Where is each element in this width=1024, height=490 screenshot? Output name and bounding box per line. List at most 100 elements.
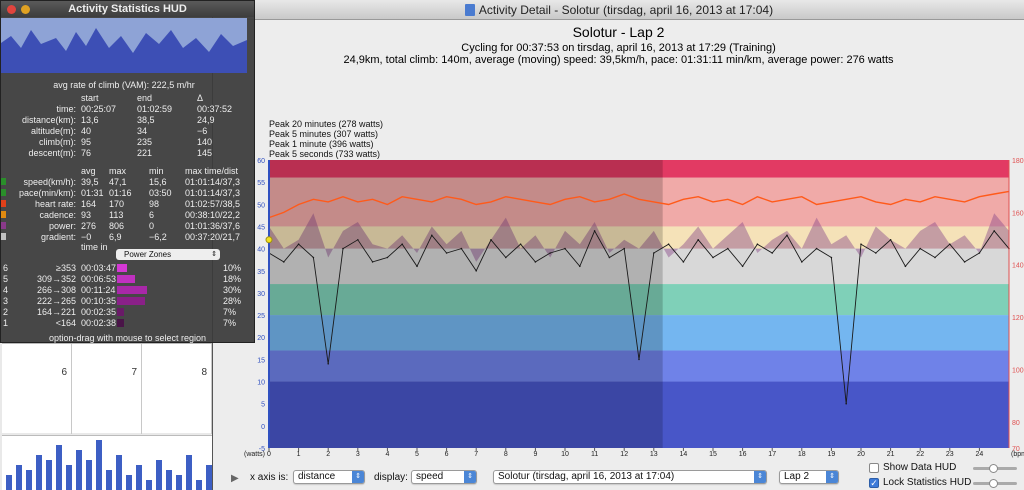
y-left-tick-label: 5 bbox=[261, 402, 265, 409]
speed-data-point bbox=[534, 261, 537, 263]
stat-value: 03:50 bbox=[149, 188, 172, 198]
chevron-updown-icon: ⇕ bbox=[464, 471, 476, 483]
stat-value: 01:01:14/37,3 bbox=[185, 177, 241, 187]
y-right-tick-label: 100 bbox=[1012, 367, 1024, 374]
zone-type-select[interactable]: Power Zones ⇕ bbox=[116, 249, 220, 260]
zone-percent: 18% bbox=[223, 274, 242, 284]
window-title-text: Activity Detail - Solotur (tirsdag, apri… bbox=[478, 3, 774, 17]
speed-data-point bbox=[460, 247, 463, 250]
speed-data-point bbox=[608, 256, 611, 259]
lap-select[interactable]: Lap 2 ⇕ bbox=[779, 470, 839, 484]
selected-region[interactable] bbox=[269, 160, 663, 448]
x-axis-select-value: distance bbox=[298, 471, 336, 482]
window-titlebar[interactable]: Activity Detail - Solotur (tirsdag, apri… bbox=[213, 0, 1024, 20]
display-select[interactable]: speed ⇕ bbox=[411, 470, 477, 484]
speed-data-point bbox=[667, 243, 670, 245]
vam-row: avg rate of climb (VAM): 222,5 m/hr bbox=[1, 80, 247, 90]
zone-range: 222→265 bbox=[36, 296, 76, 306]
column-header: min bbox=[149, 166, 164, 176]
week-bar bbox=[26, 470, 32, 490]
activity-select[interactable]: Solotur (tirsdag, april 16, 2013 at 17:0… bbox=[493, 470, 767, 484]
zone-time: 00:03:47 bbox=[81, 263, 117, 273]
calendar-day-number: 7 bbox=[131, 367, 137, 378]
stat-label: cadence: bbox=[39, 210, 76, 220]
opacity-slider[interactable] bbox=[973, 464, 1017, 473]
peak-label: Peak 1 minute (396 watts) bbox=[269, 139, 374, 149]
stat-value: 164 bbox=[81, 199, 97, 209]
opacity-slider[interactable] bbox=[973, 479, 1017, 488]
speed-data-point bbox=[756, 243, 759, 245]
zone-percent-bar bbox=[117, 286, 147, 294]
hud-titlebar[interactable]: Activity Statistics HUD bbox=[1, 1, 254, 17]
speed-data-point bbox=[445, 252, 448, 254]
stat-value: 38,5 bbox=[137, 115, 155, 125]
speed-data-point bbox=[579, 265, 581, 268]
zone-range: ≥353 bbox=[56, 263, 76, 273]
speed-data-point bbox=[638, 358, 640, 361]
speed-data-point bbox=[830, 256, 833, 259]
desktop: 6 7 8 Activity Detail - Solotur (tirsdag… bbox=[0, 0, 1024, 490]
y-right-tick-label: 160 bbox=[1012, 210, 1024, 217]
speed-data-point bbox=[623, 247, 625, 250]
x-axis-label: x axis is: bbox=[250, 472, 289, 483]
y-left-tick-label: 50 bbox=[257, 202, 265, 209]
stat-label: descent(m): bbox=[28, 148, 76, 158]
stat-value: 01:01:14/37,3 bbox=[185, 188, 241, 198]
x-tick-label: 3 bbox=[356, 451, 360, 458]
x-tick-label: 21 bbox=[887, 451, 895, 458]
vam-label: avg rate of climb (VAM): bbox=[53, 80, 150, 90]
x-tick-label: 23 bbox=[946, 451, 954, 458]
speed-data-point bbox=[993, 230, 995, 232]
speed-data-point bbox=[712, 256, 714, 259]
x-tick-label: 8 bbox=[504, 451, 508, 458]
stat-value: 95 bbox=[81, 137, 92, 147]
display-select-value: speed bbox=[416, 471, 444, 482]
activity-chart[interactable]: 605550454035302520151050-518016014012010… bbox=[213, 150, 1024, 460]
vam-value: 222,5 m/hr bbox=[151, 80, 195, 90]
stat-label: power: bbox=[48, 221, 76, 231]
peak-label: Peak 20 minutes (278 watts) bbox=[269, 119, 384, 129]
close-icon[interactable] bbox=[7, 5, 16, 14]
speed-data-point bbox=[490, 239, 492, 241]
zone-percent: 30% bbox=[223, 285, 242, 295]
speed-data-point bbox=[327, 363, 329, 365]
y-left-tick-label: 60 bbox=[257, 158, 265, 165]
slider-knob[interactable] bbox=[989, 479, 998, 488]
chevron-updown-icon: ⇕ bbox=[754, 471, 766, 483]
stat-label: heart rate: bbox=[34, 199, 76, 209]
x-tick-label: 10 bbox=[561, 451, 569, 458]
week-bar bbox=[56, 445, 62, 490]
speed-data-point bbox=[342, 247, 344, 250]
slider-knob[interactable] bbox=[989, 464, 998, 473]
zone-percent-bar bbox=[117, 308, 124, 316]
minimize-icon[interactable] bbox=[21, 5, 30, 14]
statistics-hud[interactable]: Activity Statistics HUD avg rate of clim… bbox=[0, 0, 255, 343]
stat-value: 140 bbox=[197, 137, 213, 147]
zone-percent: 7% bbox=[223, 318, 237, 328]
y-right-axis-label: (bpm) bbox=[1011, 451, 1024, 458]
stat-value: 93 bbox=[81, 210, 92, 220]
lock-statistics-hud-checkbox[interactable]: ✓ bbox=[869, 478, 879, 488]
speed-data-point bbox=[771, 252, 773, 254]
calendar-cell[interactable]: 6 bbox=[2, 344, 72, 434]
speed-data-point bbox=[815, 247, 818, 250]
stat-value: 98 bbox=[149, 199, 160, 209]
stat-label: speed(km/h): bbox=[23, 177, 76, 187]
stat-value: 47,1 bbox=[109, 177, 127, 187]
calendar-cell[interactable]: 8 bbox=[142, 344, 212, 434]
x-axis-select[interactable]: distance ⇕ bbox=[293, 470, 365, 484]
cursor-marker[interactable] bbox=[265, 236, 273, 244]
week-bar bbox=[6, 475, 12, 490]
lap-select-value: Lap 2 bbox=[784, 471, 810, 482]
week-bar bbox=[46, 460, 52, 490]
play-icon[interactable]: ▶ bbox=[231, 473, 239, 484]
calendar-cell[interactable]: 7 bbox=[72, 344, 142, 434]
y-left-axis-label: (watts) bbox=[244, 451, 265, 458]
activity-subtitle: Cycling for 00:37:53 on tirsdag, april 1… bbox=[461, 42, 776, 54]
x-tick-label: 18 bbox=[798, 451, 806, 458]
speed-data-point bbox=[904, 265, 907, 268]
speed-data-point bbox=[845, 402, 847, 405]
speed-data-point bbox=[564, 247, 566, 250]
chevron-updown-icon: ⇕ bbox=[826, 471, 838, 483]
show-data-hud-checkbox[interactable] bbox=[869, 463, 879, 473]
